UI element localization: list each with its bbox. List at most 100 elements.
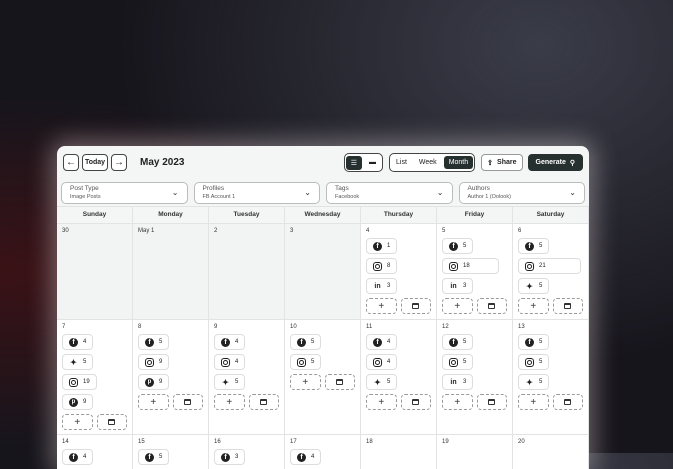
next-button[interactable]: → [111,154,127,171]
day-cell[interactable]: 19 [437,435,513,469]
day-cell[interactable]: 9 f 4 4 ✦ 5 + [209,320,285,434]
post-count-linkedin[interactable]: in 3 [366,278,398,294]
schedule-button[interactable] [552,394,583,410]
share-button[interactable]: ⇪ Share [481,154,523,171]
post-count-pinterest[interactable]: p9 [62,394,94,410]
schedule-button[interactable] [552,298,583,314]
post-count: 5 [83,359,87,365]
post-count-facebook[interactable]: f5 [442,238,474,254]
day-cell[interactable]: 10 f 5 5 + [285,320,361,434]
day-cell[interactable]: 14 f 4 [57,435,133,469]
schedule-button[interactable] [324,374,355,390]
day-actions: + [214,394,279,410]
post-count-facebook[interactable]: f5 [442,334,474,350]
calendar-icon [336,379,344,385]
post-count-linkedin[interactable]: in 3 [442,278,474,294]
schedule-button[interactable] [248,394,279,410]
post-count-instagram[interactable]: 8 [366,258,398,274]
filter-post-type[interactable]: Post Type Image Posts ⌄ [61,181,188,204]
day-cell[interactable]: 11 f 4 4 ✦ 5 + [361,320,437,434]
post-count-instagram[interactable]: 19 [62,374,97,390]
day-cell[interactable]: 8 f 5 9 p 9 + [133,320,209,434]
day-number: 9 [214,324,218,330]
tab-week[interactable]: Week [414,156,442,169]
post-count-instagram[interactable]: 18 [442,258,499,274]
tab-month[interactable]: Month [443,156,474,169]
day-number: 3 [290,228,294,234]
tab-list[interactable]: List [391,156,412,169]
schedule-button[interactable] [476,394,507,410]
post-count-facebook[interactable]: f4 [366,334,398,350]
day-cell[interactable]: 16 f 3 [209,435,285,469]
post-count-twitter[interactable]: ✦ 5 [62,354,94,370]
post-count-twitter[interactable]: ✦ 5 [518,374,550,390]
post-count-facebook[interactable]: f5 [138,334,170,350]
day-cell[interactable]: 5 f 5 18 in 3 + [437,224,513,319]
post-count-instagram[interactable]: 5 [442,354,474,370]
post-count-twitter[interactable]: ✦ 5 [366,374,398,390]
post-count-facebook[interactable]: f5 [518,238,550,254]
day-cell[interactable]: 7 f 4 ✦ 5 19 p 9 + [57,320,133,434]
day-cell[interactable]: 2 [209,224,285,319]
schedule-button[interactable] [172,394,203,410]
post-count-facebook[interactable]: f5 [290,334,322,350]
schedule-button[interactable] [400,298,431,314]
post-count-instagram[interactable]: 5 [290,354,322,370]
post-count-instagram[interactable]: 21 [518,258,581,274]
post-count-instagram[interactable]: 4 [214,354,246,370]
generate-button[interactable]: Generate ⚲ [527,154,583,171]
add-post-button[interactable]: + [366,298,397,314]
post-count-twitter[interactable]: ✦ 5 [518,278,550,294]
add-post-button[interactable]: + [290,374,321,390]
day-cell[interactable]: 6 f 5 21 ✦ 5 + [513,224,589,319]
day-cell[interactable]: May 1 [133,224,209,319]
day-cell[interactable]: 13 f 5 5 ✦ 5 + [513,320,589,434]
day-cell[interactable]: 3 [285,224,361,319]
add-post-button[interactable]: + [442,394,473,410]
add-post-button[interactable]: + [442,298,473,314]
post-count-facebook[interactable]: f3 [214,449,246,465]
add-post-button[interactable]: + [214,394,245,410]
today-button[interactable]: Today [82,154,108,171]
day-cell[interactable]: 17 f 4 [285,435,361,469]
post-count-facebook[interactable]: f4 [62,334,94,350]
post-count-instagram[interactable]: 9 [138,354,170,370]
day-cell[interactable]: 15 f 5 [133,435,209,469]
post-count-facebook[interactable]: f5 [518,334,550,350]
filter-profiles[interactable]: Profiles FB Account 1 ⌄ [193,181,320,204]
post-count-facebook[interactable]: f1 [366,238,398,254]
filter-value: Image Posts [70,193,101,200]
day-cell[interactable]: 4 f 1 8 in 3 + [361,224,437,319]
post-count-instagram[interactable]: 4 [366,354,398,370]
schedule-button[interactable] [400,394,431,410]
post-count-facebook[interactable]: f4 [290,449,322,465]
post-count-facebook[interactable]: f4 [62,449,94,465]
prev-button[interactable]: ← [63,154,79,171]
filter-authors[interactable]: Authors Author 1 (Oolook) ⌄ [458,181,585,204]
day-cell[interactable]: 30 [57,224,133,319]
facebook-icon: f [525,241,534,251]
post-count-facebook[interactable]: f5 [138,449,170,465]
add-post-button[interactable]: + [62,414,93,430]
day-cell[interactable]: 20 [513,435,589,469]
post-count-linkedin[interactable]: in 3 [442,374,474,390]
post-count-instagram[interactable]: 5 [518,354,550,370]
post-chips: f 4 ✦ 5 19 p 9 [62,334,127,410]
schedule-button[interactable] [96,414,127,430]
add-post-button[interactable]: + [518,394,549,410]
post-count: 3 [235,454,239,460]
grid-layout-icon[interactable]: ▬ [364,156,381,169]
post-count-twitter[interactable]: ✦ 5 [214,374,246,390]
schedule-button[interactable] [476,298,507,314]
post-count-pinterest[interactable]: p9 [138,374,170,390]
add-post-button[interactable]: + [366,394,397,410]
calendar-header: ← Today → May 2023 ☰ ▬ List Week Month ⇪… [57,146,589,179]
day-cell[interactable]: 18 [361,435,437,469]
filter-tags[interactable]: Tags Facebook ⌄ [326,181,453,204]
day-number: 30 [62,228,69,234]
day-cell[interactable]: 12 f 5 5 in 3 + [437,320,513,434]
list-layout-icon[interactable]: ☰ [345,155,362,170]
post-count-facebook[interactable]: f4 [214,334,246,350]
add-post-button[interactable]: + [518,298,549,314]
add-post-button[interactable]: + [138,394,169,410]
